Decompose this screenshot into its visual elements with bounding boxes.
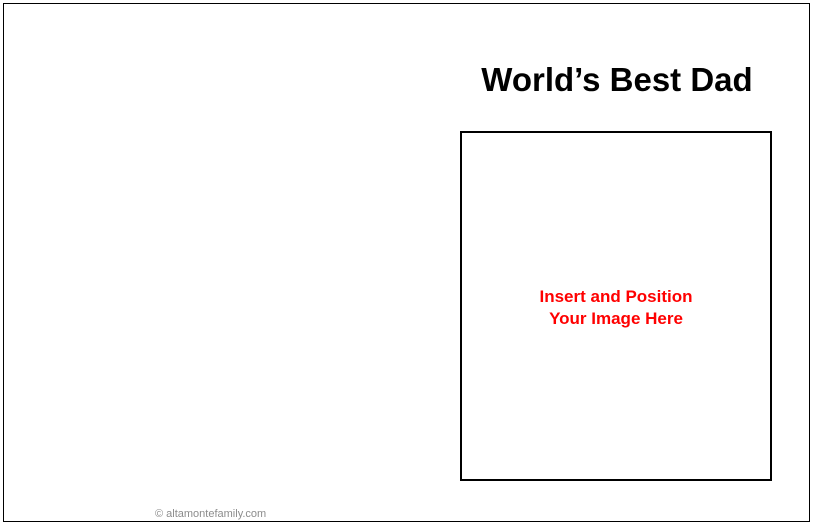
photo-placeholder-text: Insert and Position Your Image Here	[462, 286, 770, 330]
card-title: World’s Best Dad	[481, 61, 753, 98]
copyright-notice: © altamontefamily.com	[155, 508, 267, 520]
placeholder-line-1: Insert and Position	[539, 287, 693, 306]
placeholder-line-2: Your Image Here	[549, 309, 683, 328]
photo-frame[interactable]: Insert and Position Your Image Here	[460, 131, 772, 481]
